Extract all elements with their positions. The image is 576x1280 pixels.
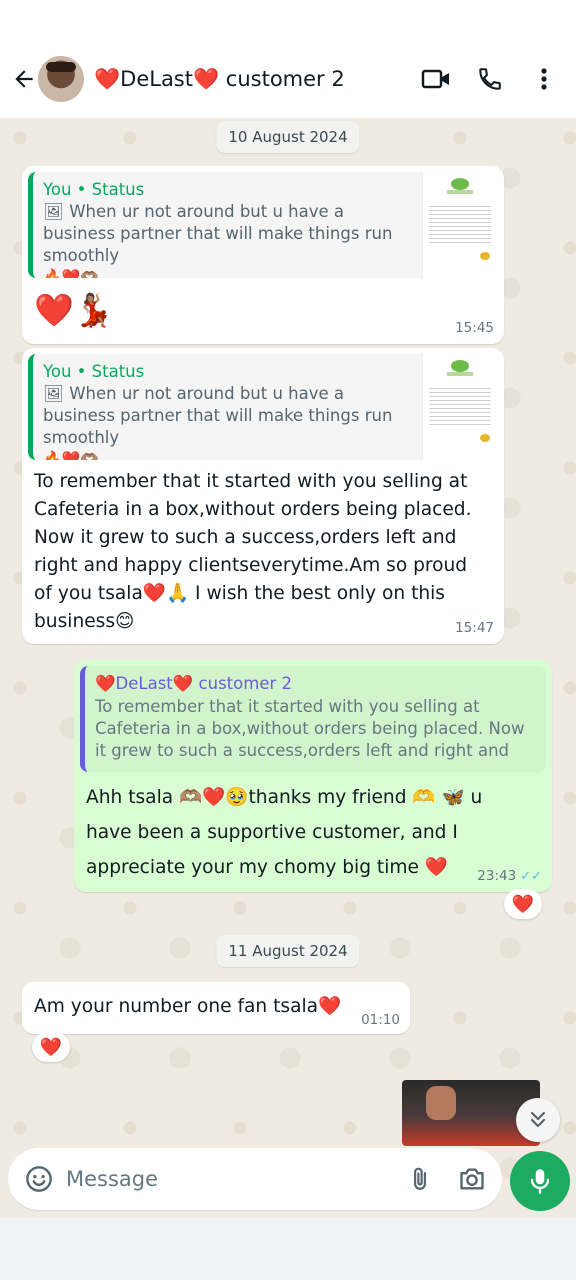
system-nav-bar — [0, 1218, 576, 1280]
message-text: ❤️💃🏽 — [34, 291, 114, 329]
status-bar — [0, 0, 576, 40]
date-chip: 11 August 2024 — [216, 935, 360, 967]
message-time: 15:47 — [455, 620, 494, 636]
message-text: To remember that it started with you sel… — [34, 471, 472, 632]
contact-name[interactable]: ❤️DeLast❤️ customer 2 — [94, 67, 414, 92]
quote-author: ❤️DeLast❤️ customer 2 — [95, 674, 293, 693]
message-incoming[interactable]: You • Status 🖼 When ur not around but u … — [22, 166, 504, 344]
avatar[interactable] — [38, 56, 84, 102]
paperclip-icon[interactable] — [398, 1157, 442, 1201]
message-input[interactable]: Message — [66, 1167, 398, 1191]
reaction-badge[interactable]: ❤️ — [32, 1032, 70, 1062]
chat-area[interactable]: 10 August 2024 You • Status 🖼 When ur no… — [0, 118, 576, 1218]
message-outgoing[interactable]: ❤️DeLast❤️ customer 2 To remember that i… — [74, 660, 552, 892]
message-composer: Message — [8, 1148, 502, 1210]
message-text: Am your number one fan tsala❤️ — [34, 996, 342, 1017]
status-reply-quote[interactable]: You • Status 🖼 When ur not around but u … — [28, 172, 498, 278]
message-incoming[interactable]: Am your number one fan tsala❤️ 01:10 — [22, 982, 410, 1034]
status-thumbnail — [422, 172, 498, 278]
reaction-badge[interactable]: ❤️ — [504, 889, 542, 919]
camera-icon[interactable] — [450, 1157, 494, 1201]
chat-header: ❤️DeLast❤️ customer 2 — [0, 40, 576, 118]
quote-text: To remember that it started with you sel… — [95, 697, 525, 760]
more-vert-icon[interactable] — [522, 57, 566, 101]
phone-call-icon[interactable] — [468, 57, 512, 101]
message-incoming[interactable]: You • Status 🖼 When ur not around but u … — [22, 348, 504, 644]
message-time: 01:10 — [361, 1012, 400, 1028]
read-ticks-icon: ✓✓ — [520, 869, 542, 884]
double-chevron-down-icon[interactable] — [516, 1098, 560, 1142]
video-call-icon[interactable] — [414, 57, 458, 101]
mic-icon[interactable] — [510, 1151, 570, 1211]
message-time-value: 23:43 — [477, 868, 517, 884]
message-text: Ahh tsala 🫶🏽❤️🥹thanks my friend 🫶 🦋 u ha… — [86, 787, 483, 878]
message-time: 15:45 — [455, 320, 494, 336]
reply-quote[interactable]: ❤️DeLast❤️ customer 2 To remember that i… — [80, 666, 546, 772]
status-reply-quote[interactable]: You • Status 🖼 When ur not around but u … — [28, 354, 498, 460]
emoji-icon[interactable] — [12, 1152, 66, 1206]
message-time: 23:43 ✓✓ — [477, 868, 542, 884]
status-thumbnail — [422, 354, 498, 460]
date-chip: 10 August 2024 — [216, 121, 360, 153]
